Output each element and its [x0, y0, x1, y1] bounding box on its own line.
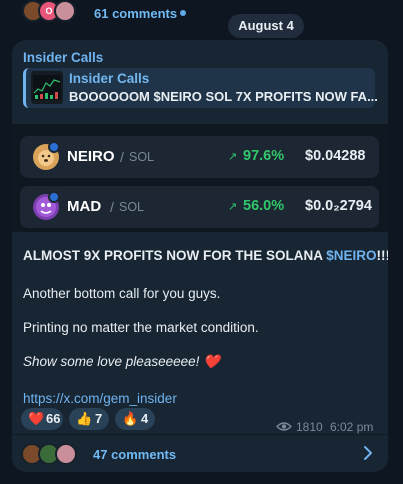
up-arrow-icon: ↗ — [228, 201, 238, 213]
heart-icon: ❤️ — [28, 411, 45, 426]
reply-text: BOOOOOOM $NEIRO SOL 7X PROFITS NOW FA... — [69, 89, 378, 104]
ticker-hashtag-link[interactable]: $NEIRO — [326, 248, 376, 263]
up-arrow-icon: ↗ — [228, 151, 238, 163]
previous-post-comments-bar[interactable]: O 61 comments — [0, 0, 403, 26]
chain-separator: / — [110, 199, 114, 215]
token-symbol: NEIRO — [67, 148, 115, 165]
token-row-mad[interactable]: MAD / SOL ↗ 56.0% $0.0₂2794 — [20, 186, 379, 228]
solana-badge-icon — [48, 191, 60, 203]
reaction-thumbs-up[interactable]: 👍 7 — [69, 408, 109, 430]
chart-thumbnail-icon — [33, 75, 61, 100]
commenter-avatar-3 — [55, 443, 77, 465]
commenter-avatar-3 — [54, 0, 76, 22]
headline: ALMOST 9X PROFITS NOW FOR THE SOLANA $NE… — [23, 248, 388, 264]
token-price: $0.0₂2794 — [305, 198, 372, 214]
token-chain: SOL — [119, 200, 145, 214]
token-price: $0.04288 — [305, 148, 366, 164]
reaction-fire[interactable]: 🔥 4 — [115, 408, 155, 430]
twitter-link[interactable]: https://x.com/gem_insider — [23, 391, 177, 406]
comments-link[interactable]: 61 comments — [94, 6, 177, 21]
date-separator: August 4 — [228, 14, 304, 38]
fire-icon: 🔥 — [122, 411, 139, 426]
reaction-count: 4 — [141, 411, 149, 426]
reply-title: Insider Calls — [69, 71, 150, 86]
token-price-panel: NEIRO / SOL ↗ 97.6% $0.04288 MAD / SOL ↗… — [12, 124, 388, 232]
message-line: Show some love pleaseeeee! ❤️ — [23, 354, 220, 369]
headline-suffix: !!! 🔥 — [376, 248, 388, 263]
reaction-count: 7 — [95, 411, 103, 426]
message-bubble: Insider Calls Insider Calls BOOOOOOM $NE… — [12, 40, 388, 472]
reaction-heart[interactable]: ❤️ 66 — [21, 408, 63, 430]
unread-dot-icon — [180, 10, 186, 16]
view-count: 1810 — [296, 420, 323, 434]
token-symbol: MAD — [67, 198, 102, 215]
token-change: 56.0% — [243, 198, 285, 214]
thumbs-up-icon: 👍 — [76, 411, 93, 426]
reply-preview[interactable]: Insider Calls BOOOOOOM $NEIRO SOL 7X PRO… — [23, 68, 378, 108]
sender-name[interactable]: Insider Calls — [23, 50, 103, 65]
reply-thumbnail — [31, 71, 63, 104]
views-eye-icon — [276, 422, 292, 431]
chain-separator: / — [120, 149, 124, 165]
comments-link[interactable]: 47 comments — [93, 447, 176, 462]
reaction-count: 66 — [46, 411, 61, 426]
solana-badge-icon — [48, 141, 60, 153]
message-time: 6:02 pm — [330, 420, 374, 434]
message-line: Printing no matter the market condition. — [23, 320, 259, 335]
headline-text: ALMOST 9X PROFITS NOW FOR THE SOLANA — [23, 248, 327, 263]
chevron-right-icon[interactable] — [360, 445, 376, 461]
token-row-neiro[interactable]: NEIRO / SOL ↗ 97.6% $0.04288 — [20, 136, 379, 178]
comments-bar[interactable]: 47 comments — [12, 434, 388, 472]
token-change: 97.6% — [243, 148, 285, 164]
token-chain: SOL — [129, 150, 155, 164]
message-line: Another bottom call for you guys. — [23, 286, 221, 301]
